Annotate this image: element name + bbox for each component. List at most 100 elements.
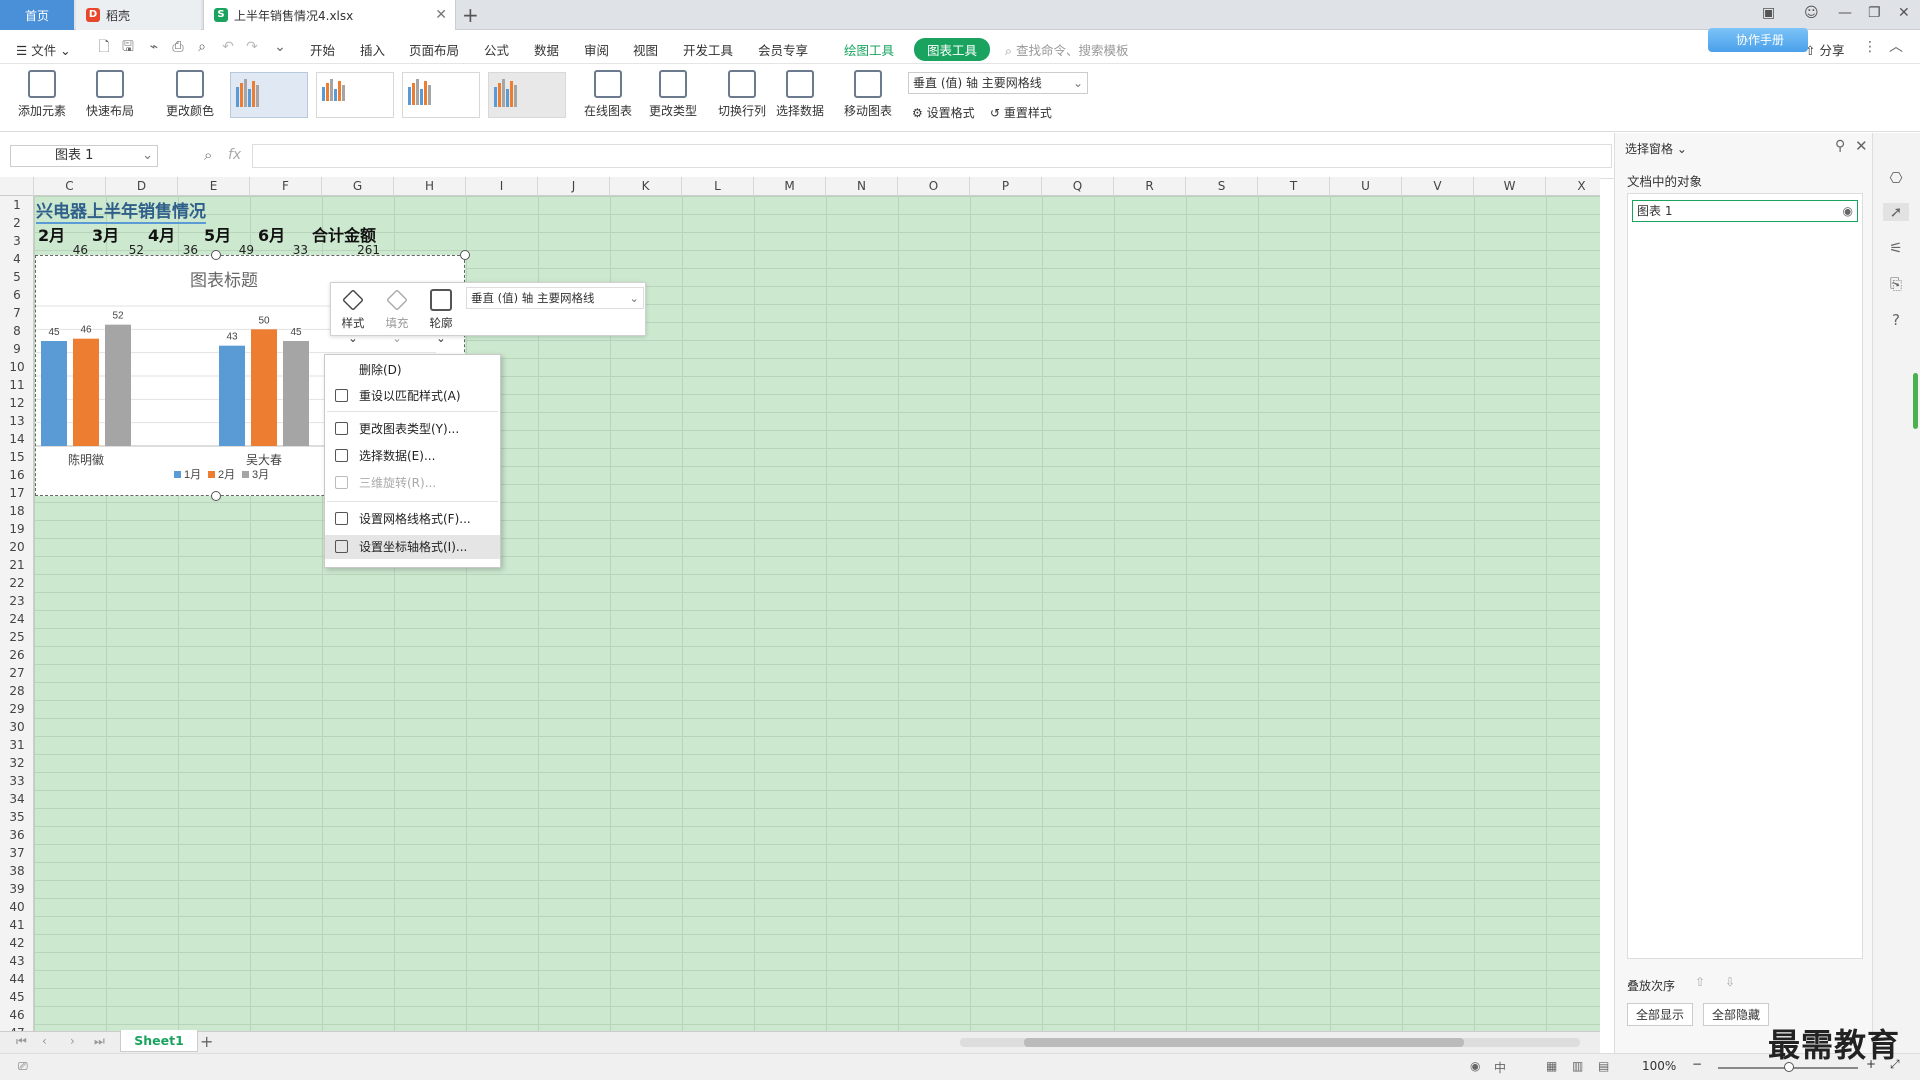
shapes-icon[interactable]: ⎔ [1887, 169, 1905, 187]
menu-item-3d-rotation[interactable]: 三维旋转(R)... [325, 471, 500, 495]
element-select-dropdown[interactable]: 垂直 (值) 轴 主要网格线 ⌄ [466, 287, 644, 309]
pane-title[interactable]: 选择窗格 ⌄ [1625, 140, 1687, 157]
menu-view[interactable]: 视图 [633, 40, 658, 59]
move-down-icon[interactable]: ⇩ [1725, 975, 1735, 989]
normal-view-icon[interactable]: ▦ [1546, 1059, 1557, 1073]
row-header-24[interactable]: 24 [0, 610, 34, 628]
first-sheet-icon[interactable]: ⏮ [16, 1034, 27, 1049]
resize-handle-top-right[interactable] [460, 250, 470, 260]
hide-all-button[interactable]: 全部隐藏 [1703, 1003, 1770, 1026]
column-header-h[interactable]: H [394, 177, 466, 196]
change-color-button[interactable]: 更改颜色 [160, 70, 220, 119]
bar-1月-吴大春[interactable] [219, 345, 245, 446]
row-header-43[interactable]: 43 [0, 952, 34, 970]
page-break-view-icon[interactable]: ▤ [1598, 1059, 1609, 1073]
column-header-c[interactable]: C [34, 177, 106, 196]
column-header-w[interactable]: W [1474, 177, 1546, 196]
print-icon[interactable]: ⎙ [170, 39, 186, 55]
bar-2月-吴大春[interactable] [251, 329, 277, 446]
menu-insert[interactable]: 插入 [360, 40, 385, 59]
column-header-k[interactable]: K [610, 177, 682, 196]
horizontal-scrollbar[interactable] [960, 1038, 1580, 1047]
pin-icon[interactable]: ⚲ [1835, 138, 1845, 154]
row-header-18[interactable]: 18 [0, 502, 34, 520]
switch-rowcol-button[interactable]: 切换行列 [712, 70, 772, 119]
prev-sheet-icon[interactable]: ‹ [42, 1034, 47, 1048]
online-chart-button[interactable]: 在线图表 [578, 70, 638, 119]
close-pane-icon[interactable]: ✕ [1855, 137, 1868, 155]
row-header-26[interactable]: 26 [0, 646, 34, 664]
macro-icon[interactable]: ⎚ [18, 1059, 28, 1074]
sheet-tab-sheet1[interactable]: Sheet1 [120, 1030, 198, 1052]
bar-3月-吴大春[interactable] [283, 341, 309, 446]
move-up-icon[interactable]: ⇧ [1695, 975, 1705, 989]
column-header-r[interactable]: R [1114, 177, 1186, 196]
show-all-button[interactable]: 全部显示 [1627, 1003, 1694, 1026]
select-cursor-icon[interactable]: ➚ [1883, 203, 1909, 221]
zoom-formula-icon[interactable]: ⌕ [204, 146, 212, 164]
chart-element-select[interactable]: 垂直 (值) 轴 主要网格线 ⌄ [908, 72, 1088, 94]
avatar[interactable]: ☺ [1804, 5, 1819, 21]
row-header-14[interactable]: 14 [0, 430, 34, 448]
row-header-13[interactable]: 13 [0, 412, 34, 430]
close-tab-icon[interactable]: ✕ [435, 7, 447, 23]
row-header-41[interactable]: 41 [0, 916, 34, 934]
row-header-32[interactable]: 32 [0, 754, 34, 772]
column-header-v[interactable]: V [1402, 177, 1474, 196]
fx-icon[interactable]: fx [228, 147, 241, 163]
save-icon[interactable]: 🖫 [120, 39, 136, 55]
move-chart-button[interactable]: 移动图表 [838, 70, 898, 119]
new-doc-icon[interactable]: 🗋 [96, 39, 112, 55]
page-layout-view-icon[interactable]: ▥ [1572, 1059, 1583, 1073]
outline-button[interactable]: 轮廓 ⌄ [423, 289, 459, 345]
input-method-icon[interactable]: 中 [1494, 1059, 1506, 1076]
row-header-17[interactable]: 17 [0, 484, 34, 502]
menu-review[interactable]: 审阅 [584, 40, 609, 59]
row-header-15[interactable]: 15 [0, 448, 34, 466]
row-header-42[interactable]: 42 [0, 934, 34, 952]
column-header-d[interactable]: D [106, 177, 178, 196]
menu-member[interactable]: 会员专享 [758, 40, 808, 59]
format-icon[interactable]: ⎘ [1887, 275, 1905, 293]
menu-start[interactable]: 开始 [310, 40, 335, 59]
row-header-8[interactable]: 8 [0, 322, 34, 340]
column-header-g[interactable]: G [322, 177, 394, 196]
set-format-button[interactable]: ⚙ 设置格式 [912, 104, 975, 121]
collab-badge[interactable]: 协作手册 [1708, 28, 1808, 52]
row-header-9[interactable]: 9 [0, 340, 34, 358]
row-header-27[interactable]: 27 [0, 664, 34, 682]
row-header-6[interactable]: 6 [0, 286, 34, 304]
row-header-7[interactable]: 7 [0, 304, 34, 322]
column-header-e[interactable]: E [178, 177, 250, 196]
resize-handle-top[interactable] [211, 250, 221, 260]
more-icon[interactable]: ⌄ [272, 39, 288, 55]
bar-1月-陈明徽[interactable] [41, 341, 67, 446]
menu-item-select-data[interactable]: 选择数据(E)... [325, 444, 500, 468]
column-header-x[interactable]: X [1546, 177, 1618, 196]
quick-layout-button[interactable]: 快速布局 [80, 70, 140, 119]
row-header-46[interactable]: 46 [0, 1006, 34, 1024]
name-box[interactable]: 图表 1 ⌄ [10, 145, 158, 167]
row-header-5[interactable]: 5 [0, 268, 34, 286]
row-header-12[interactable]: 12 [0, 394, 34, 412]
row-header-19[interactable]: 19 [0, 520, 34, 538]
menu-file[interactable]: ☰ 文件 ⌄ [16, 40, 71, 59]
window-layout-icon[interactable]: ▣ [1762, 5, 1775, 21]
row-header-4[interactable]: 4 [0, 250, 34, 268]
column-header-n[interactable]: N [826, 177, 898, 196]
resize-handle-bottom[interactable] [211, 491, 221, 501]
zoom-slider[interactable] [1718, 1062, 1858, 1072]
preview-icon[interactable]: ⌕ [194, 39, 210, 55]
add-element-button[interactable]: 添加元素 [12, 70, 72, 119]
chart-title[interactable]: 图表标题 [190, 271, 258, 290]
column-header-f[interactable]: F [250, 177, 322, 196]
column-header-m[interactable]: M [754, 177, 826, 196]
column-header-i[interactable]: I [466, 177, 538, 196]
tab-file[interactable]: S 上半年销售情况4.xlsx ✕ [203, 0, 456, 30]
new-tab-button[interactable]: + [462, 3, 479, 27]
column-header-q[interactable]: Q [1042, 177, 1114, 196]
row-header-40[interactable]: 40 [0, 898, 34, 916]
redo-icon[interactable]: ↷ [244, 39, 260, 55]
column-header-j[interactable]: J [538, 177, 610, 196]
format-painter-icon[interactable]: ⌁ [146, 39, 162, 55]
